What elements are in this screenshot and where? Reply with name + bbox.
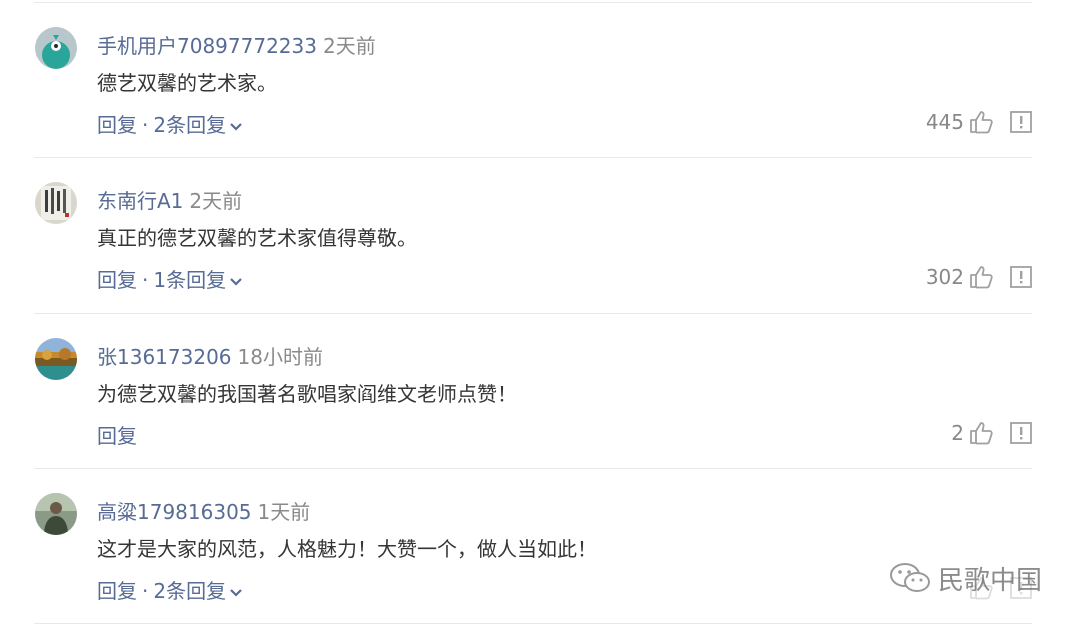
reply-button[interactable]: 回复 — [97, 268, 137, 292]
avatar[interactable] — [35, 27, 77, 69]
chevron-down-icon — [230, 588, 242, 597]
separator-dot: · — [142, 579, 149, 603]
view-replies-button[interactable]: 1条回复 — [153, 268, 243, 292]
comment-item: 东南行A1 2天前 真正的德艺双馨的艺术家值得尊敬。 回复 · 1条回复 302 — [0, 158, 1080, 313]
watermark: 民歌中国 — [888, 558, 1042, 598]
comment-meta: 手机用户70897772233 2天前 — [97, 30, 376, 59]
report-icon[interactable] — [1010, 111, 1032, 133]
comment-actions: 回复 · 2条回复 — [97, 575, 243, 604]
comment-item: 张136173206 18小时前 为德艺双馨的我国著名歌唱家阎维文老师点赞！ 回复… — [0, 314, 1080, 469]
timestamp: 2天前 — [189, 189, 243, 213]
chevron-down-icon — [230, 122, 242, 131]
like-count: 302 — [925, 265, 964, 289]
username-link[interactable]: 张136173206 — [97, 345, 232, 369]
reply-button[interactable]: 回复 — [97, 113, 137, 137]
username-link[interactable]: 高粱179816305 — [97, 500, 252, 524]
view-replies-button[interactable]: 2条回复 — [153, 579, 243, 603]
comment-text: 为德艺双馨的我国著名歌唱家阎维文老师点赞！ — [97, 382, 517, 406]
comment-stats: 2 — [951, 419, 1032, 447]
timestamp: 1天前 — [257, 500, 311, 524]
separator-dot: · — [142, 113, 149, 137]
thumbs-up-icon[interactable] — [968, 420, 994, 446]
like-count: 445 — [925, 110, 964, 134]
comment-stats: 302 — [926, 263, 1032, 291]
view-replies-button[interactable]: 2条回复 — [153, 113, 243, 137]
avatar[interactable] — [35, 338, 77, 380]
comment-stats: 445 — [926, 108, 1032, 136]
comment-text: 德艺双馨的艺术家。 — [97, 71, 277, 95]
comment-item: 手机用户70897772233 2天前 德艺双馨的艺术家。 回复 · 2条回复 445 — [0, 3, 1080, 158]
report-icon[interactable] — [1010, 266, 1032, 288]
comment-text: 真正的德艺双馨的艺术家值得尊敬。 — [97, 226, 417, 250]
comment-meta: 张136173206 18小时前 — [97, 341, 323, 370]
avatar[interactable] — [35, 182, 77, 224]
comment-item: 高粱179816305 1天前 这才是大家的风范，人格魅力！大赞一个，做人当如此！… — [0, 469, 1080, 624]
reply-button[interactable]: 回复 — [97, 579, 137, 603]
like-count: 2 — [951, 421, 964, 445]
thumbs-up-icon[interactable] — [968, 264, 994, 290]
comment-actions: 回复 · 2条回复 — [97, 109, 243, 138]
username-link[interactable]: 东南行A1 — [97, 189, 183, 213]
wechat-icon — [890, 563, 930, 592]
separator-dot: · — [142, 268, 149, 292]
thumbs-up-icon[interactable] — [968, 109, 994, 135]
watermark-text: 民歌中国 — [938, 565, 1043, 596]
chevron-down-icon — [230, 277, 242, 286]
avatar[interactable] — [35, 493, 77, 535]
report-icon[interactable] — [1010, 422, 1032, 444]
timestamp: 18小时前 — [237, 345, 323, 369]
comment-text: 这才是大家的风范，人格魅力！大赞一个，做人当如此！ — [97, 537, 597, 561]
comment-meta: 东南行A1 2天前 — [97, 185, 242, 214]
comment-meta: 高粱179816305 1天前 — [97, 496, 310, 525]
timestamp: 2天前 — [322, 34, 376, 58]
reply-button[interactable]: 回复 — [97, 424, 137, 448]
comment-actions: 回复 — [97, 420, 137, 449]
username-link[interactable]: 手机用户70897772233 — [97, 34, 317, 58]
comment-actions: 回复 · 1条回复 — [97, 264, 243, 293]
